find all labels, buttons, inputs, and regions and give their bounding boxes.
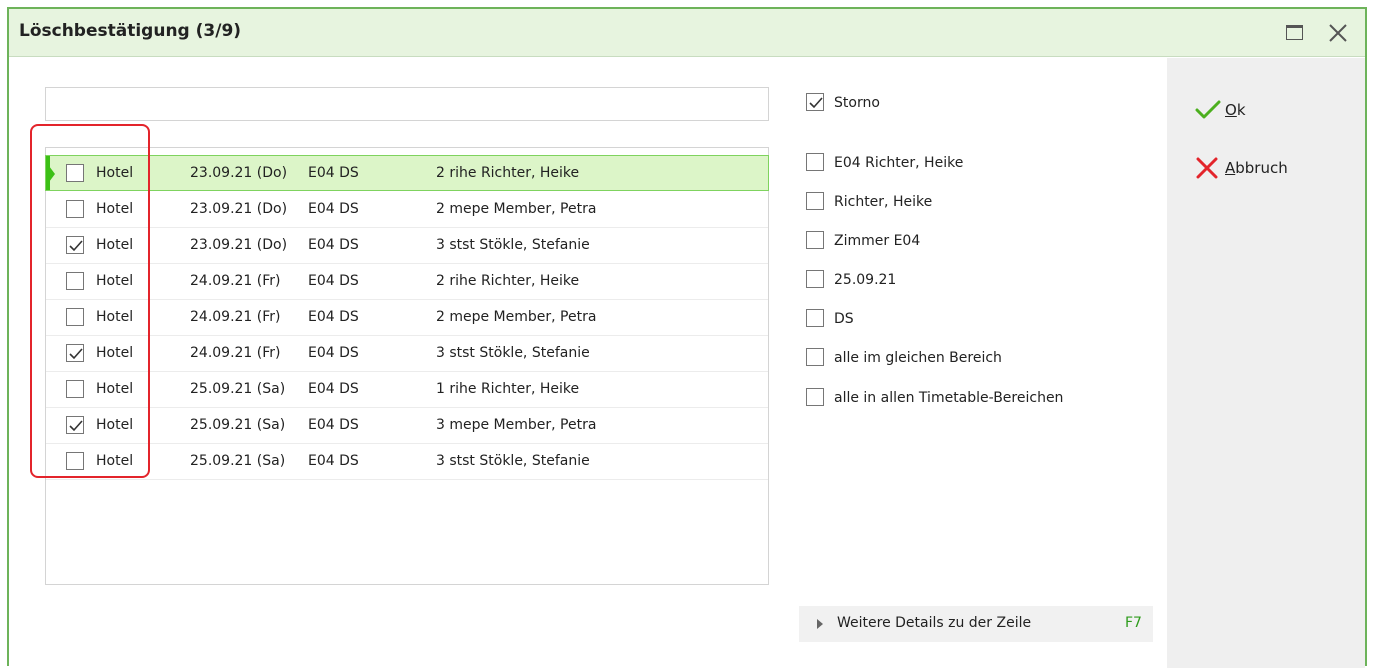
option-checkbox[interactable] — [806, 348, 824, 366]
checkmark-icon — [69, 420, 83, 432]
row-type: Hotel — [96, 273, 134, 289]
maximize-button[interactable] — [1277, 17, 1311, 49]
table-row[interactable]: Hotel 24.09.21 (Fr) E04 DS 3 stst Stökle, S… — [46, 336, 768, 372]
row-type: Hotel — [96, 309, 134, 325]
checkmark-icon — [1195, 100, 1221, 119]
row-date: 24.09.21 (Fr) — [190, 345, 281, 361]
expand-arrow-icon — [817, 619, 823, 629]
row-date: 25.09.21 (Sa) — [190, 381, 286, 397]
details-shortcut: F7 — [1125, 615, 1142, 631]
storno-checkbox[interactable] — [806, 93, 824, 111]
dialog-window: Löschbestätigung (3/9) Hotel 23.09.21 (Do… — [7, 7, 1367, 668]
checkmark-icon — [69, 348, 83, 360]
row-room: E04 DS — [308, 237, 359, 253]
option-label: Zimmer E04 — [834, 233, 921, 249]
row-guest: 2 mepe Member, Petra — [436, 309, 597, 325]
option-checkbox[interactable] — [806, 309, 824, 327]
table-row[interactable]: Hotel 24.09.21 (Fr) E04 DS 2 mepe Member, P… — [46, 300, 768, 336]
title-bar[interactable]: Löschbestätigung (3/9) — [9, 9, 1365, 57]
option-label: alle in allen Timetable-Bereichen — [834, 390, 1064, 406]
row-checkbox[interactable] — [66, 200, 84, 218]
row-room: E04 DS — [308, 417, 359, 433]
table-row[interactable]: Hotel 25.09.21 (Sa) E04 DS 3 stst Stökle, S… — [46, 444, 768, 480]
close-icon — [1329, 24, 1347, 42]
table-row[interactable]: Hotel 25.09.21 (Sa) E04 DS 1 rihe Richter, … — [46, 372, 768, 408]
table-row[interactable]: Hotel 23.09.21 (Do) E04 DS 2 rihe Richter, … — [45, 155, 769, 191]
maximize-icon — [1286, 25, 1303, 40]
checkmark-icon — [809, 97, 823, 109]
dialog-title: Löschbestätigung (3/9) — [19, 21, 242, 41]
cancel-label-rest: bbruch — [1235, 159, 1288, 177]
row-room: E04 DS — [308, 165, 359, 181]
row-room: E04 DS — [308, 201, 359, 217]
cancel-mnemonic: A — [1225, 159, 1236, 177]
filter-input[interactable] — [45, 87, 769, 121]
option-checkbox[interactable] — [806, 270, 824, 288]
row-guest: 2 mepe Member, Petra — [436, 201, 597, 217]
row-date: 24.09.21 (Fr) — [190, 309, 281, 325]
row-date: 23.09.21 (Do) — [190, 165, 288, 181]
x-icon — [1196, 157, 1218, 179]
row-type: Hotel — [96, 237, 134, 253]
row-room: E04 DS — [308, 273, 359, 289]
row-date: 25.09.21 (Sa) — [190, 453, 286, 469]
option-label: alle im gleichen Bereich — [834, 350, 1002, 366]
row-checkbox[interactable] — [66, 272, 84, 290]
row-type: Hotel — [96, 201, 134, 217]
storno-label: Storno — [834, 95, 880, 111]
row-checkbox[interactable] — [66, 236, 84, 254]
option-label: 25.09.21 — [834, 272, 897, 288]
row-room: E04 DS — [308, 345, 359, 361]
option-label: E04 Richter, Heike — [834, 155, 964, 171]
row-date: 23.09.21 (Do) — [190, 237, 288, 253]
row-type: Hotel — [96, 417, 134, 433]
option-checkbox[interactable] — [806, 153, 824, 171]
table-row[interactable]: Hotel 23.09.21 (Do) E04 DS 2 mepe Member, P… — [46, 192, 768, 228]
row-type: Hotel — [96, 453, 134, 469]
option-checkbox[interactable] — [806, 388, 824, 406]
row-guest: 3 mepe Member, Petra — [436, 417, 597, 433]
row-guest: 3 stst Stökle, Stefanie — [436, 345, 590, 361]
row-type: Hotel — [96, 381, 134, 397]
row-checkbox[interactable] — [66, 164, 84, 182]
booking-list[interactable]: Hotel 23.09.21 (Do) E04 DS 2 rihe Richter, … — [45, 147, 769, 585]
details-expander[interactable]: Weitere Details zu der Zeile F7 — [799, 606, 1153, 642]
table-row[interactable]: Hotel 25.09.21 (Sa) E04 DS 3 mepe Member, P… — [46, 408, 768, 444]
table-row[interactable]: Hotel 24.09.21 (Fr) E04 DS 2 rihe Richter, … — [46, 264, 768, 300]
row-date: 24.09.21 (Fr) — [190, 273, 281, 289]
table-row[interactable]: Hotel 23.09.21 (Do) E04 DS 3 stst Stökle, S… — [46, 228, 768, 264]
row-guest: 1 rihe Richter, Heike — [436, 381, 580, 397]
close-button[interactable] — [1321, 17, 1355, 49]
row-type: Hotel — [96, 345, 134, 361]
row-guest: 2 rihe Richter, Heike — [436, 165, 580, 181]
row-checkbox[interactable] — [66, 308, 84, 326]
option-checkbox[interactable] — [806, 192, 824, 210]
checkmark-icon — [69, 240, 83, 252]
row-date: 23.09.21 (Do) — [190, 201, 288, 217]
option-label: Richter, Heike — [834, 194, 933, 210]
ok-label-rest: k — [1236, 101, 1246, 119]
details-label: Weitere Details zu der Zeile — [837, 615, 1032, 631]
row-checkbox[interactable] — [66, 416, 84, 434]
row-room: E04 DS — [308, 309, 359, 325]
row-checkbox[interactable] — [66, 452, 84, 470]
row-date: 25.09.21 (Sa) — [190, 417, 286, 433]
row-room: E04 DS — [308, 453, 359, 469]
option-checkbox[interactable] — [806, 231, 824, 249]
row-guest: 2 rihe Richter, Heike — [436, 273, 580, 289]
row-type: Hotel — [96, 165, 134, 181]
ok-mnemonic: O — [1225, 101, 1237, 119]
row-checkbox[interactable] — [66, 380, 84, 398]
row-guest: 3 stst Stökle, Stefanie — [436, 453, 590, 469]
current-row-arrow-icon — [46, 162, 55, 186]
row-room: E04 DS — [308, 381, 359, 397]
option-label: DS — [834, 311, 854, 327]
action-panel: Ok Abbruch — [1167, 58, 1365, 668]
row-guest: 3 stst Stökle, Stefanie — [436, 237, 590, 253]
row-checkbox[interactable] — [66, 344, 84, 362]
